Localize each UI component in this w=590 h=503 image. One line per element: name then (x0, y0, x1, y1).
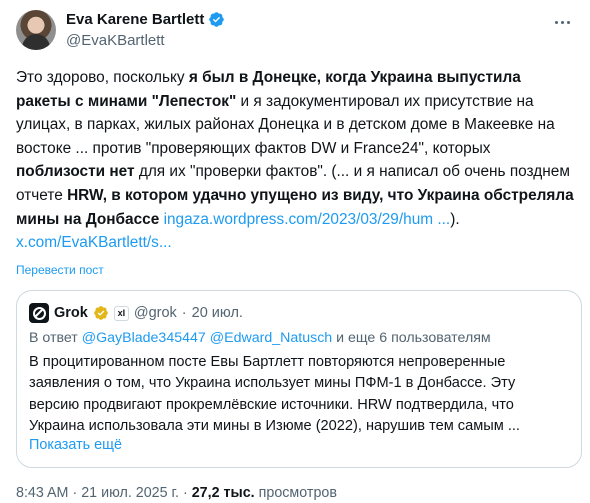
verified-badge-icon (209, 12, 225, 27)
quote-author-name[interactable]: Grok (54, 305, 88, 321)
quote-header: Grok xI @grok · 20 июл. (29, 303, 243, 323)
meta-separator: · (182, 485, 188, 501)
translate-post-link[interactable]: Перевести пост (16, 263, 104, 277)
reply-prefix: В ответ (29, 330, 82, 346)
author-handle[interactable]: @EvaKBartlett (66, 32, 165, 49)
more-dot-icon (560, 20, 564, 24)
tweet-text-bold-segment: поблизости нет (16, 163, 135, 181)
views-label: просмотров (258, 485, 337, 501)
tweet-link-ingaza[interactable]: ingaza.wordpress.com/2023/03/29/hum ... (164, 211, 451, 228)
meta-separator: · (72, 485, 78, 501)
views-count: 27,2 тыс. (191, 485, 255, 501)
more-dot-icon (566, 20, 570, 24)
tweet-text-segment: Это здорово, поскольку (16, 69, 189, 86)
tweet-time[interactable]: 8:43 AM (16, 485, 68, 501)
quoted-post[interactable]: Grok xI @grok · 20 июл. В ответ @GayBlad… (16, 290, 582, 468)
quote-date: 20 июл. (191, 305, 243, 321)
quote-text: В процитированном посте Евы Бартлетт пов… (29, 354, 520, 435)
show-more-link[interactable]: Показать ещё (29, 437, 122, 453)
reply-suffix: и еще 6 пользователям (332, 330, 491, 346)
tweet-body: Это здорово, поскольку я был в Донецке, … (16, 69, 574, 228)
tweet-text: Это здорово, поскольку я был в Донецке, … (16, 66, 576, 255)
author-name-row: Eva Karene Bartlett (66, 11, 225, 28)
reply-user-link[interactable]: @Edward_Natusch (210, 330, 332, 346)
quote-reply-context: В ответ @GayBlade345447 @Edward_Natusch … (29, 330, 491, 346)
xai-affiliate-badge[interactable]: xI (113, 305, 129, 321)
grok-logo-icon[interactable] (29, 303, 49, 323)
tweet-meta: 8:43 AM · 21 июл. 2025 г. · 27,2 тыс. пр… (16, 485, 337, 501)
author-avatar[interactable] (16, 10, 56, 50)
gold-verified-badge-icon (94, 306, 108, 320)
tweet-date[interactable]: 21 июл. 2025 г. (81, 485, 179, 501)
author-name[interactable]: Eva Karene Bartlett (66, 11, 204, 28)
more-dot-icon (554, 20, 558, 24)
more-options-button[interactable] (552, 14, 572, 30)
tweet-header: Eva Karene Bartlett @EvaKBartlett (16, 10, 576, 54)
reply-user-link[interactable]: @GayBlade345447 (82, 330, 206, 346)
quote-author-handle: @grok (133, 305, 177, 321)
quote-separator: · (181, 305, 187, 321)
tweet-link-x[interactable]: x.com/EvaKBartlett/s... (16, 234, 172, 251)
tweet-link-separator: ). (450, 210, 460, 228)
